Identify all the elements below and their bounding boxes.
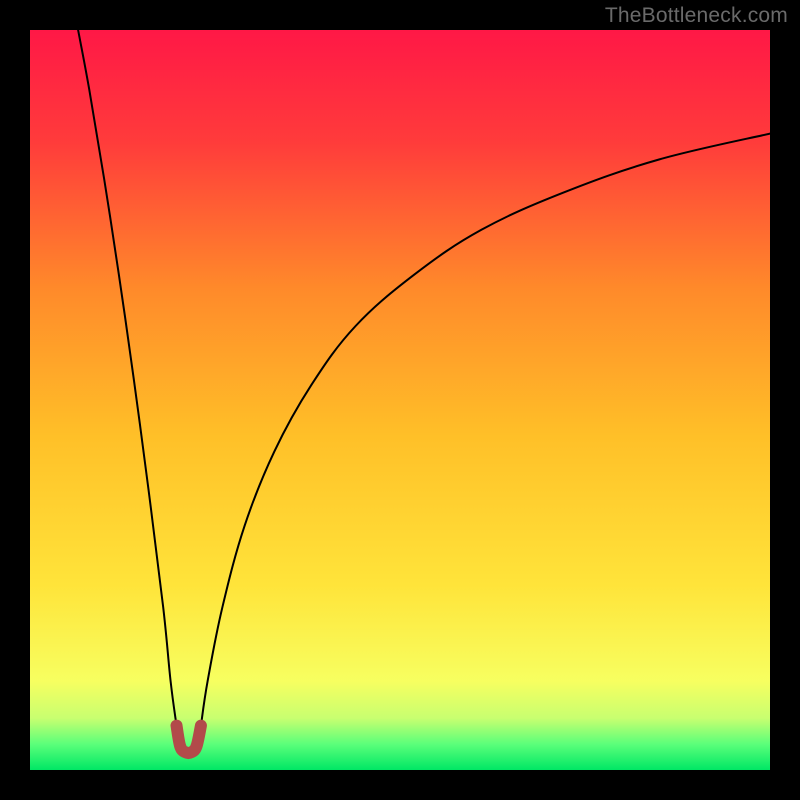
chart-frame: TheBottleneck.com: [0, 0, 800, 800]
chart-plot-area: [30, 30, 770, 770]
watermark-text: TheBottleneck.com: [605, 4, 788, 28]
chart-background: [30, 30, 770, 770]
chart-svg: [30, 30, 770, 770]
